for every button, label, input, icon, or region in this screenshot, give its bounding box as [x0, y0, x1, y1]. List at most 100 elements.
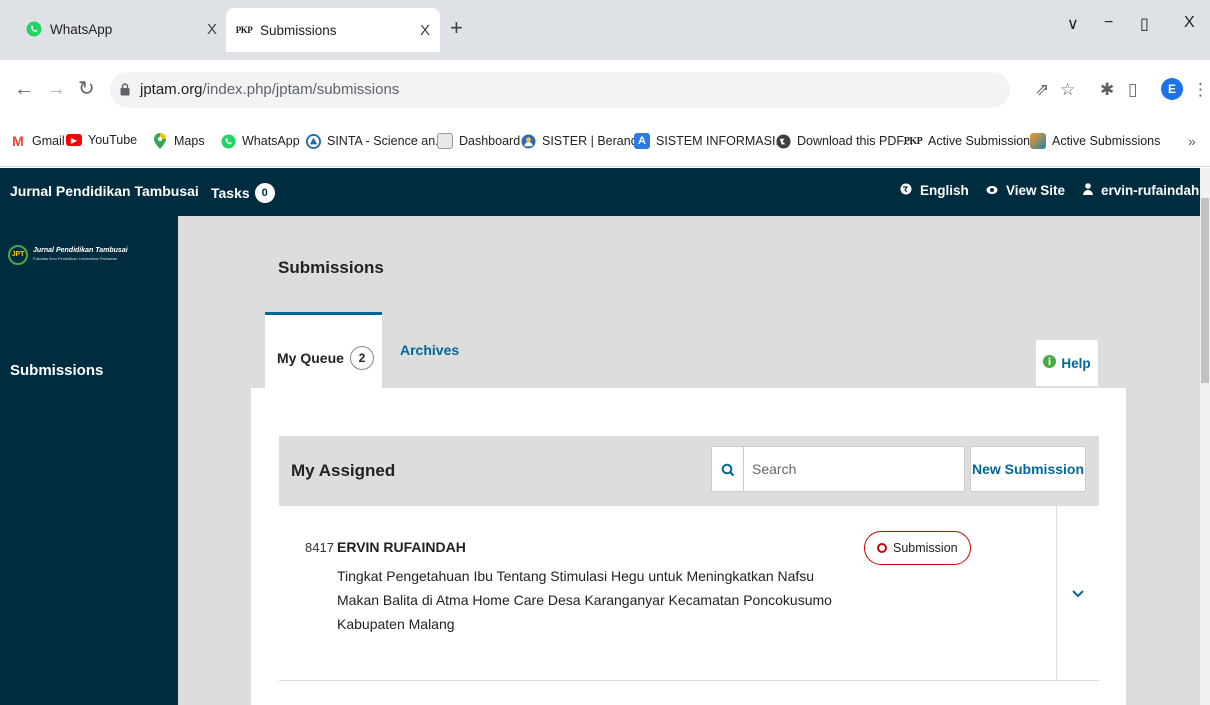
browser-tab-submissions[interactable]: PKP Submissions X — [226, 8, 440, 52]
bookmark-label: Gmail — [32, 134, 65, 148]
close-tab-icon[interactable]: X — [420, 22, 430, 39]
window-close-icon[interactable]: X — [1184, 14, 1195, 32]
logo-subtitle: Fakultas Ilmu Pendidikan Universitas Pah… — [33, 256, 118, 261]
bookmark-label: SINTA - Science an... — [327, 134, 446, 148]
browser-tab-whatsapp[interactable]: WhatsApp X — [26, 8, 226, 50]
bookmark-active-submissions-pkp[interactable]: PKP Active Submissions — [903, 133, 1037, 149]
extensions-icon[interactable]: ✱ — [1100, 80, 1114, 100]
site-name-link[interactable]: Jurnal Pendidikan Tambusai — [10, 183, 199, 199]
new-submission-button[interactable]: New Submission — [970, 446, 1086, 492]
sidebar-item-submissions[interactable]: Submissions — [10, 362, 103, 379]
gmail-icon: M — [12, 133, 24, 149]
bookmark-label: Active Submissions — [928, 134, 1037, 148]
eye-icon — [986, 184, 998, 198]
chevron-down-icon — [1072, 589, 1084, 597]
bookmark-whatsapp[interactable]: WhatsApp — [220, 133, 300, 149]
tab-search-icon[interactable]: ∨ — [1067, 14, 1079, 34]
stage-badge: Submission — [864, 531, 971, 565]
language-menu[interactable]: English — [900, 183, 969, 198]
youtube-icon: ▶ — [66, 134, 82, 146]
bookmark-label: SISTER | Beranda — [542, 134, 645, 148]
search-box — [711, 446, 965, 492]
page-title: Submissions — [278, 258, 384, 277]
side-panel-icon[interactable]: ▯ — [1128, 80, 1137, 100]
list-header: My Assigned New Submission — [279, 436, 1099, 506]
username-label: ervin-rufaindah — [1101, 183, 1200, 198]
browser-tab-bar: WhatsApp X PKP Submissions X + ∨ − ▯ X — [0, 0, 1210, 60]
close-tab-icon[interactable]: X — [207, 21, 217, 38]
tasks-count-badge: 0 — [254, 183, 275, 203]
user-icon — [1083, 183, 1093, 198]
browser-tab-title: Submissions — [260, 22, 337, 38]
info-icon — [1043, 355, 1057, 371]
reload-icon[interactable]: ↻ — [78, 79, 95, 99]
view-site-link[interactable]: View Site — [986, 183, 1065, 198]
logo-title: Jurnal Pendidikan Tambusai — [33, 247, 128, 254]
queue-count-badge: 2 — [349, 346, 374, 370]
bookmark-label: WhatsApp — [242, 134, 300, 148]
bookmarks-more-icon[interactable]: » — [1188, 133, 1196, 149]
search-input[interactable] — [752, 447, 957, 491]
journal-logo-text: Jurnal Pendidikan Tambusai Fakultas Ilmu… — [33, 247, 128, 263]
url-omnibox[interactable]: jptam.org/index.php/jptam/submissions — [110, 72, 1010, 108]
forward-icon[interactable]: → — [46, 79, 66, 99]
journal-logo-emblem: JPT — [8, 245, 28, 265]
submissions-panel: My Assigned New Submission 8417 ERVIN RU… — [251, 388, 1126, 705]
bookmark-gmail[interactable]: M Gmail — [10, 133, 65, 149]
address-bar-row: ← → ↻ jptam.org/index.php/jptam/submissi… — [0, 60, 1210, 120]
globe-icon — [775, 133, 791, 149]
bookmark-label: SISTEM INFORMASI... — [656, 134, 786, 148]
sistem-icon: A — [634, 133, 650, 149]
tab-my-queue[interactable]: My Queue 2 — [265, 312, 382, 388]
whatsapp-icon — [220, 133, 236, 149]
help-button[interactable]: Help — [1036, 340, 1098, 386]
expand-row-button[interactable] — [1056, 506, 1099, 681]
browser-tab-title: WhatsApp — [50, 21, 113, 37]
browser-menu-icon[interactable]: ⋮ — [1192, 80, 1209, 100]
bookmark-youtube[interactable]: ▶ YouTube — [66, 133, 137, 147]
table-row[interactable]: 8417 ERVIN RUFAINDAH Tingkat Pengetahuan… — [279, 506, 1099, 681]
bookmark-sistem-informasi[interactable]: A SISTEM INFORMASI... — [634, 133, 786, 149]
tasks-button[interactable]: Tasks 0 — [211, 183, 275, 203]
bookmark-label: Maps — [174, 134, 205, 148]
search-icon — [712, 447, 744, 491]
bookmarks-bar: M Gmail ▶ YouTube Maps WhatsApp SINTA - … — [0, 120, 1210, 167]
profile-avatar[interactable]: E — [1161, 78, 1183, 100]
submission-id: 8417 — [305, 540, 334, 555]
whatsapp-icon — [26, 21, 42, 37]
journal-logo[interactable]: JPT Jurnal Pendidikan Tambusai Fakultas … — [8, 242, 173, 268]
minimize-icon[interactable]: − — [1104, 14, 1113, 32]
app-header: Jurnal Pendidikan Tambusai Tasks 0 Engli… — [0, 168, 1200, 216]
bookmark-sister[interactable]: SISTER | Beranda — [520, 133, 645, 149]
user-menu[interactable]: ervin-rufaindah — [1083, 183, 1199, 198]
bookmark-active-submissions-ojs[interactable]: Active Submissions — [1030, 133, 1160, 149]
lock-icon — [120, 83, 130, 96]
share-icon[interactable]: ⇗ — [1035, 80, 1049, 100]
pkp-icon: PKP — [235, 25, 253, 35]
main-content: Submissions My Queue 2 Archives Help My … — [178, 216, 1200, 705]
view-site-label: View Site — [1006, 183, 1066, 198]
sidebar: JPT Jurnal Pendidikan Tambusai Fakultas … — [0, 216, 178, 705]
scrollbar-thumb[interactable] — [1201, 198, 1209, 383]
table-row — [279, 681, 1099, 705]
page-scrollbar[interactable] — [1200, 168, 1210, 705]
dashboard-icon — [437, 133, 453, 149]
stage-label: Submission — [893, 541, 958, 555]
submission-author: ERVIN RUFAINDAH — [337, 539, 466, 555]
back-icon[interactable]: ← — [14, 79, 34, 99]
bookmark-label: YouTube — [88, 133, 138, 147]
maximize-icon[interactable]: ▯ — [1140, 14, 1149, 34]
bookmark-maps[interactable]: Maps — [152, 133, 205, 149]
bookmark-dashboard[interactable]: Dashboard — [437, 133, 520, 149]
pkp-icon: PKP — [903, 135, 923, 147]
bookmark-download-pdf[interactable]: Download this PDF... — [775, 133, 913, 149]
bookmark-label: Active Submissions — [1052, 134, 1161, 148]
bookmark-star-icon[interactable]: ☆ — [1060, 80, 1075, 100]
bookmark-sinta[interactable]: SINTA - Science an... — [305, 133, 446, 149]
stage-status-icon — [877, 543, 887, 553]
new-tab-button[interactable]: + — [450, 17, 463, 39]
language-label: English — [920, 183, 969, 198]
submission-title[interactable]: Tingkat Pengetahuan Ibu Tentang Stimulas… — [337, 564, 847, 636]
tab-label: My Queue — [277, 350, 344, 366]
tasks-label: Tasks — [211, 185, 250, 201]
